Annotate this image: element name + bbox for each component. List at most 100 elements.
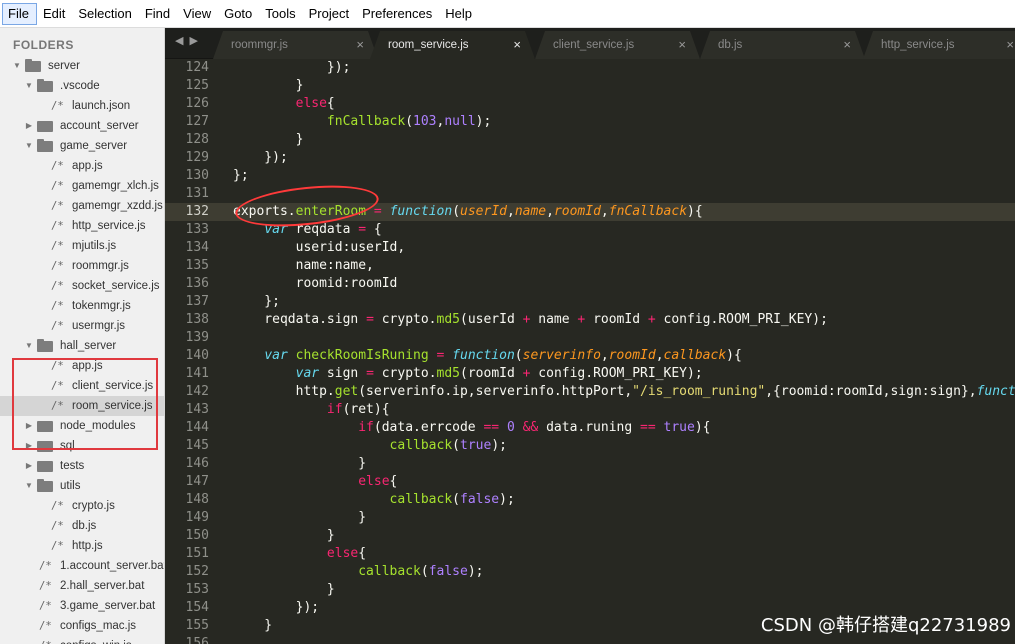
tree-folder[interactable]: ▶ tests xyxy=(0,456,164,476)
menu-project[interactable]: Project xyxy=(304,3,356,25)
menu-find[interactable]: Find xyxy=(140,3,177,25)
chevron-right-icon[interactable]: ▶ xyxy=(24,116,34,136)
file-icon: /* xyxy=(51,100,64,112)
tree-folder[interactable]: ▼ .vscode xyxy=(0,76,164,96)
tree-file[interactable]: /* gamemgr_xzdd.js xyxy=(0,196,164,216)
code-line: } xyxy=(233,618,273,633)
menu-preferences[interactable]: Preferences xyxy=(357,3,439,25)
file-icon: /* xyxy=(51,260,64,272)
chevron-down-icon[interactable]: ▼ xyxy=(24,76,34,96)
file-icon: /* xyxy=(51,320,64,332)
code-line: } xyxy=(233,528,335,543)
tree-file[interactable]: /* http.js xyxy=(0,536,164,556)
tree-file[interactable]: /* crypto.js xyxy=(0,496,164,516)
file-icon: /* xyxy=(39,620,52,632)
tree-file[interactable]: /* app.js xyxy=(0,156,164,176)
tab-roommgr-js[interactable]: roommgr.js × xyxy=(213,31,378,59)
chevron-down-icon[interactable]: ▼ xyxy=(24,136,34,156)
line-number: 142 xyxy=(185,384,209,399)
menu-goto[interactable]: Goto xyxy=(219,3,259,25)
tree-file[interactable]: /* socket_service.js xyxy=(0,276,164,296)
line-number: 136 xyxy=(185,276,209,291)
tree-file[interactable]: /* 1.account_server.bat xyxy=(0,556,164,576)
tab-nav-arrows-icon[interactable]: ◀▶ xyxy=(175,34,204,47)
close-icon[interactable]: × xyxy=(843,37,851,52)
close-icon[interactable]: × xyxy=(356,37,364,52)
line-number: 154 xyxy=(185,600,209,615)
folder-icon xyxy=(25,59,41,72)
line-number: 140 xyxy=(185,348,209,363)
tree-folder[interactable]: ▼ game_server xyxy=(0,136,164,156)
chevron-down-icon[interactable]: ▼ xyxy=(24,336,34,356)
tab-http-service-js[interactable]: http_service.js × xyxy=(863,31,1015,59)
code-line: callback(false); xyxy=(358,564,484,579)
line-number: 141 xyxy=(185,366,209,381)
tree-file[interactable]: /* 2.hall_server.bat xyxy=(0,576,164,596)
tree-folder[interactable]: ▶ account_server xyxy=(0,116,164,136)
chevron-right-icon[interactable]: ▶ xyxy=(24,456,34,476)
folder-icon xyxy=(37,139,53,152)
menu-selection[interactable]: Selection xyxy=(73,3,138,25)
tree-file[interactable]: /* roommgr.js xyxy=(0,256,164,276)
file-icon: /* xyxy=(39,636,52,644)
tree-item-label: utils xyxy=(60,480,81,492)
tree-item-label: app.js xyxy=(72,160,103,172)
tab-db-js[interactable]: db.js × xyxy=(700,31,865,59)
tree-file[interactable]: /* 3.game_server.bat xyxy=(0,596,164,616)
line-number: 156 xyxy=(185,636,209,644)
code-line: var sign = crypto.md5(roomId + config.RO… xyxy=(295,366,703,381)
tree-file[interactable]: /* configs_win.js xyxy=(0,636,164,644)
tab-label: client_service.js xyxy=(553,39,635,51)
code-line: } xyxy=(233,510,367,525)
line-number: 152 xyxy=(185,564,209,579)
line-number: 150 xyxy=(185,528,209,543)
tree-item-label: crypto.js xyxy=(72,500,115,512)
tree-item-label: db.js xyxy=(72,520,97,532)
tree-file[interactable]: /* mjutils.js xyxy=(0,236,164,256)
tree-file[interactable]: /* http_service.js xyxy=(0,216,164,236)
tree-item-label: mjutils.js xyxy=(72,240,117,252)
folder-icon xyxy=(37,339,53,352)
menu-view[interactable]: View xyxy=(178,3,218,25)
tree-file[interactable]: /* db.js xyxy=(0,516,164,536)
tree-file[interactable]: /* gamemgr_xlch.js xyxy=(0,176,164,196)
folder-icon xyxy=(37,479,53,492)
chevron-down-icon[interactable]: ▼ xyxy=(12,56,22,76)
file-icon: /* xyxy=(51,200,64,212)
line-number: 131 xyxy=(185,186,209,201)
tab-client-service-js[interactable]: client_service.js × xyxy=(535,31,700,59)
tree-folder[interactable]: ▼ hall_server xyxy=(0,336,164,356)
tree-file[interactable]: /* usermgr.js xyxy=(0,316,164,336)
code-editor[interactable]: 124 125 126 127 128 129 130 131 132 133 134 135 136 1… xyxy=(165,59,1015,644)
tree-item-label: server xyxy=(48,60,80,72)
tree-folder[interactable]: ▼ server xyxy=(0,56,164,76)
tab-room-service-js[interactable]: room_service.js × xyxy=(370,31,535,59)
tab-label: roommgr.js xyxy=(231,39,288,51)
code-line: else{ xyxy=(358,474,398,489)
tree-file[interactable]: /* tokenmgr.js xyxy=(0,296,164,316)
watermark: CSDN @韩仔搭建q22731989 xyxy=(760,615,1011,636)
close-icon[interactable]: × xyxy=(678,37,686,52)
line-number: 128 xyxy=(185,132,209,147)
line-number-gutter: 124 125 126 127 128 129 130 131 132 133 134 135 136 1… xyxy=(165,59,220,644)
tree-item-label: tokenmgr.js xyxy=(72,300,131,312)
tree-file[interactable]: /* launch.json xyxy=(0,96,164,116)
close-icon[interactable]: × xyxy=(513,37,521,52)
chevron-down-icon[interactable]: ▼ xyxy=(24,476,34,496)
tree-file[interactable]: /* configs_mac.js xyxy=(0,616,164,636)
code-line: roomid:roomId xyxy=(233,276,398,291)
line-number: 125 xyxy=(185,78,209,93)
file-icon: /* xyxy=(39,560,52,572)
menu-edit[interactable]: Edit xyxy=(38,3,72,25)
menu-help[interactable]: Help xyxy=(440,3,479,25)
tree-folder[interactable]: ▼ utils xyxy=(0,476,164,496)
code-line: } xyxy=(233,132,304,147)
line-number: 130 xyxy=(185,168,209,183)
menu-file[interactable]: File xyxy=(2,2,37,25)
line-number: 153 xyxy=(185,582,209,597)
code-line: fnCallback(103,null); xyxy=(326,114,492,129)
close-icon[interactable]: × xyxy=(1006,37,1014,52)
menu-tools[interactable]: Tools xyxy=(260,3,302,25)
file-icon: /* xyxy=(39,600,52,612)
code-line: else{ xyxy=(233,96,335,111)
